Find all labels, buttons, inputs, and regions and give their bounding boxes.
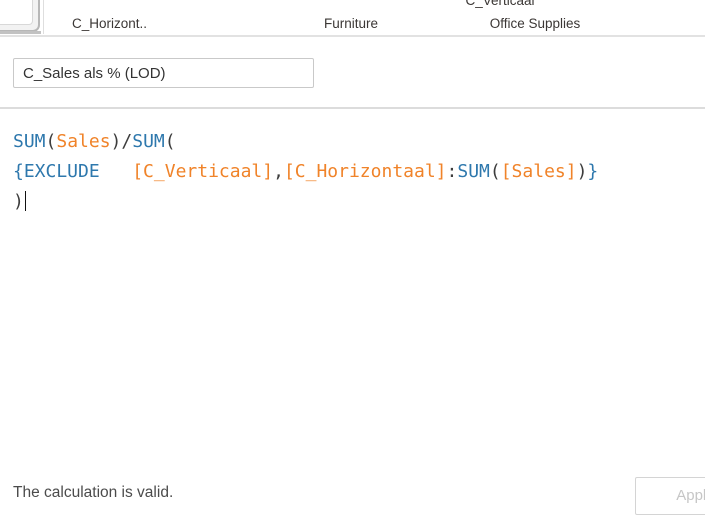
formula-token: , [273,161,284,182]
formula-token: ) [13,191,24,212]
formula-token: [C_Verticaal] [132,161,273,182]
editor-header-divider [0,107,705,109]
formula-token: ) [577,161,588,182]
formula-token: Sales [56,131,110,152]
calculation-name-input[interactable] [13,58,314,88]
formula-token: ( [165,131,176,152]
column-header-office-supplies: Office Supplies [455,16,615,31]
column-header-furniture: Furniture [291,16,411,31]
formula-token: SUM [13,131,46,152]
worksheet-corner-shadow [0,31,41,34]
formula-token: SUM [132,131,165,152]
formula-token: [Sales] [501,161,577,182]
formula-line: {EXCLUDE [C_Verticaal],[C_Horizontaal]:S… [13,157,693,187]
formula-token: ( [46,131,57,152]
formula-token: / [121,131,132,152]
calculation-editor-screen: { "worksheet": { "column_field_label": "… [0,0,705,529]
worksheet-corner-box-inner [0,0,33,25]
formula-token: SUM [457,161,490,182]
worksheet-header-divider-vertical [43,0,44,34]
formula-token: } [587,161,598,182]
formula-token [100,161,133,182]
apply-button[interactable]: Apply [635,477,705,515]
formula-line: ) [13,187,693,217]
formula-editor[interactable]: SUM(Sales)/SUM({EXCLUDE [C_Verticaal],[C… [13,127,693,217]
formula-token: {EXCLUDE [13,161,100,182]
formula-token: : [447,161,458,182]
text-cursor [25,191,27,211]
validation-status: The calculation is valid. [13,484,173,502]
formula-token: ) [111,131,122,152]
formula-line: SUM(Sales)/SUM( [13,127,693,157]
column-field-label: C_Verticaal [440,0,560,8]
calculation-editor-dialog: SUM(Sales)/SUM({EXCLUDE [C_Verticaal],[C… [0,37,705,529]
formula-token: ( [490,161,501,182]
worksheet-header-strip: C_Verticaal C_Horizont.. Furniture Offic… [0,0,705,36]
formula-token: [C_Horizontaal] [284,161,447,182]
row-field-header: C_Horizont.. [72,16,147,31]
